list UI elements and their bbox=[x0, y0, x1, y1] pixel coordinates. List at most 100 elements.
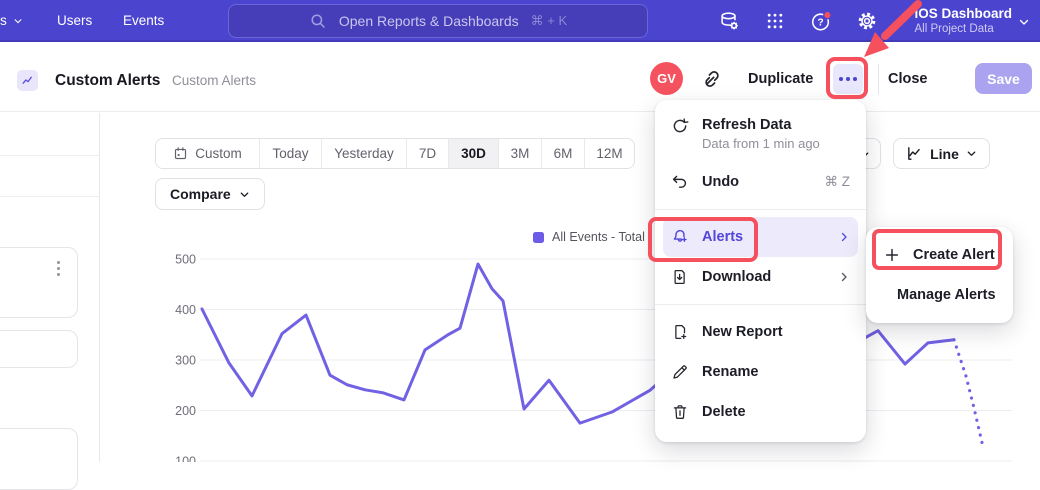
save-button[interactable]: Save bbox=[975, 63, 1032, 94]
share-link-button[interactable] bbox=[701, 68, 723, 90]
sidebar-card[interactable] bbox=[0, 330, 78, 368]
alerts-submenu: Create Alert Manage Alerts bbox=[866, 227, 1013, 323]
range-label: 30D bbox=[461, 146, 486, 161]
more-options-menu: Refresh Data Data from 1 min ago Undo ⌘ … bbox=[655, 100, 866, 442]
menu-label: Rename bbox=[702, 364, 758, 380]
menu-item-undo[interactable]: Undo ⌘ Z bbox=[663, 162, 858, 202]
search-icon bbox=[309, 12, 327, 30]
sidebar-separator bbox=[0, 155, 99, 156]
range-7d[interactable]: 7D bbox=[407, 139, 449, 168]
chart-type-label: Line bbox=[930, 146, 959, 162]
menu-label: Delete bbox=[702, 404, 746, 420]
svg-text:300: 300 bbox=[175, 354, 196, 368]
sidebar-card[interactable] bbox=[0, 428, 78, 490]
download-icon bbox=[671, 268, 689, 286]
chevron-down-icon bbox=[13, 16, 23, 26]
chevron-down-icon bbox=[239, 189, 250, 200]
submenu-item-manage-alerts[interactable]: Manage Alerts bbox=[874, 275, 1005, 315]
nav-item-users[interactable]: Users bbox=[57, 13, 92, 28]
notification-dot bbox=[824, 11, 831, 18]
legend-label: All Events - Total bbox=[552, 230, 645, 244]
compare-label: Compare bbox=[170, 186, 231, 202]
menu-item-alerts[interactable]: Alerts bbox=[663, 217, 858, 257]
delete-trash-icon bbox=[671, 403, 689, 421]
range-label: Yesterday bbox=[334, 146, 394, 161]
alerts-bell-icon bbox=[671, 228, 689, 246]
app-root: { "colors": { "nav_bg": "#4b44cf", "acce… bbox=[0, 0, 1040, 462]
range-yesterday[interactable]: Yesterday bbox=[322, 139, 407, 168]
svg-text:100: 100 bbox=[175, 455, 196, 463]
sidebar-card[interactable] bbox=[0, 247, 78, 318]
settings-gear-icon[interactable] bbox=[856, 10, 878, 32]
search-shortcut: ⌘ + K bbox=[531, 13, 568, 29]
report-header: Custom Alerts Custom Alerts GV Duplicate… bbox=[0, 42, 1040, 112]
svg-text:200: 200 bbox=[175, 404, 196, 418]
search-input[interactable]: Open Reports & Dashboards ⌘ + K bbox=[228, 4, 648, 38]
menu-label: Refresh Data bbox=[702, 117, 820, 133]
chart-type-button[interactable]: Line bbox=[893, 138, 990, 169]
menu-label: Alerts bbox=[702, 229, 743, 245]
left-sidebar bbox=[0, 113, 100, 462]
range-label: 6M bbox=[554, 146, 573, 161]
chevron-right-icon bbox=[838, 271, 850, 283]
undo-icon bbox=[671, 173, 689, 191]
link-icon bbox=[701, 68, 723, 90]
refresh-icon bbox=[671, 117, 689, 135]
menu-sublabel: Data from 1 min ago bbox=[702, 136, 820, 151]
calendar-icon bbox=[173, 146, 188, 161]
search-placeholder: Open Reports & Dashboards bbox=[339, 13, 519, 29]
submenu-item-create-alert[interactable]: Create Alert bbox=[874, 235, 1005, 275]
menu-label: Download bbox=[702, 269, 771, 285]
range-label: Today bbox=[272, 146, 308, 161]
page-title: Custom Alerts bbox=[55, 72, 160, 90]
range-label: 7D bbox=[419, 146, 436, 161]
submenu-label: Create Alert bbox=[913, 247, 995, 263]
range-today[interactable]: Today bbox=[260, 139, 322, 168]
help-icon[interactable]: ? bbox=[810, 10, 832, 32]
project-scope: All Project Data bbox=[914, 22, 1012, 36]
menu-item-refresh-data[interactable]: Refresh Data Data from 1 min ago bbox=[663, 112, 858, 162]
menu-divider bbox=[655, 304, 866, 305]
legend-swatch bbox=[533, 232, 544, 243]
header-divider bbox=[878, 64, 879, 94]
menu-shortcut: ⌘ Z bbox=[825, 174, 851, 190]
project-selector[interactable]: iOS Dashboard All Project Data bbox=[914, 5, 1012, 36]
submenu-label: Manage Alerts bbox=[897, 287, 996, 303]
svg-text:?: ? bbox=[817, 17, 823, 28]
breadcrumb[interactable]: Custom Alerts bbox=[172, 73, 256, 88]
close-button[interactable]: Close bbox=[888, 71, 928, 87]
apps-grid-icon[interactable] bbox=[764, 10, 786, 32]
new-report-icon bbox=[671, 323, 689, 341]
line-chart-icon bbox=[906, 145, 923, 162]
date-range-control: Custom Today Yesterday 7D 30D 3M 6M 12M bbox=[155, 138, 635, 169]
range-30d-selected[interactable]: 30D bbox=[449, 139, 499, 168]
menu-item-new-report[interactable]: New Report bbox=[663, 312, 858, 352]
data-management-icon[interactable] bbox=[718, 10, 740, 32]
range-custom[interactable]: Custom bbox=[156, 139, 260, 168]
menu-item-rename[interactable]: Rename bbox=[663, 352, 858, 392]
avatar[interactable]: GV bbox=[650, 62, 683, 95]
menu-label: Undo bbox=[702, 174, 739, 190]
project-name: iOS Dashboard bbox=[914, 5, 1012, 22]
svg-text:400: 400 bbox=[175, 303, 196, 317]
rename-pencil-icon bbox=[671, 363, 689, 381]
chart-legend: All Events - Total bbox=[533, 230, 645, 244]
menu-item-download[interactable]: Download bbox=[663, 257, 858, 297]
range-label: 12M bbox=[596, 146, 622, 161]
duplicate-button[interactable]: Duplicate bbox=[748, 71, 813, 87]
range-6m[interactable]: 6M bbox=[542, 139, 585, 168]
chevron-right-icon bbox=[838, 231, 850, 243]
menu-item-delete[interactable]: Delete bbox=[663, 392, 858, 432]
more-options-button[interactable] bbox=[833, 64, 863, 94]
chevron-down-icon bbox=[966, 148, 977, 159]
range-12m[interactable]: 12M bbox=[585, 139, 634, 168]
project-chevron-down-icon bbox=[1018, 16, 1030, 28]
range-3m[interactable]: 3M bbox=[499, 139, 542, 168]
menu-divider bbox=[655, 209, 866, 210]
nav-item-events[interactable]: Events bbox=[123, 13, 164, 28]
nav-item-partial[interactable]: s bbox=[0, 13, 23, 28]
top-nav: s Users Events Open Reports & Dashboards… bbox=[0, 0, 1040, 42]
compare-button[interactable]: Compare bbox=[155, 178, 265, 210]
kebab-menu-icon[interactable] bbox=[57, 261, 60, 276]
menu-label: New Report bbox=[702, 324, 783, 340]
